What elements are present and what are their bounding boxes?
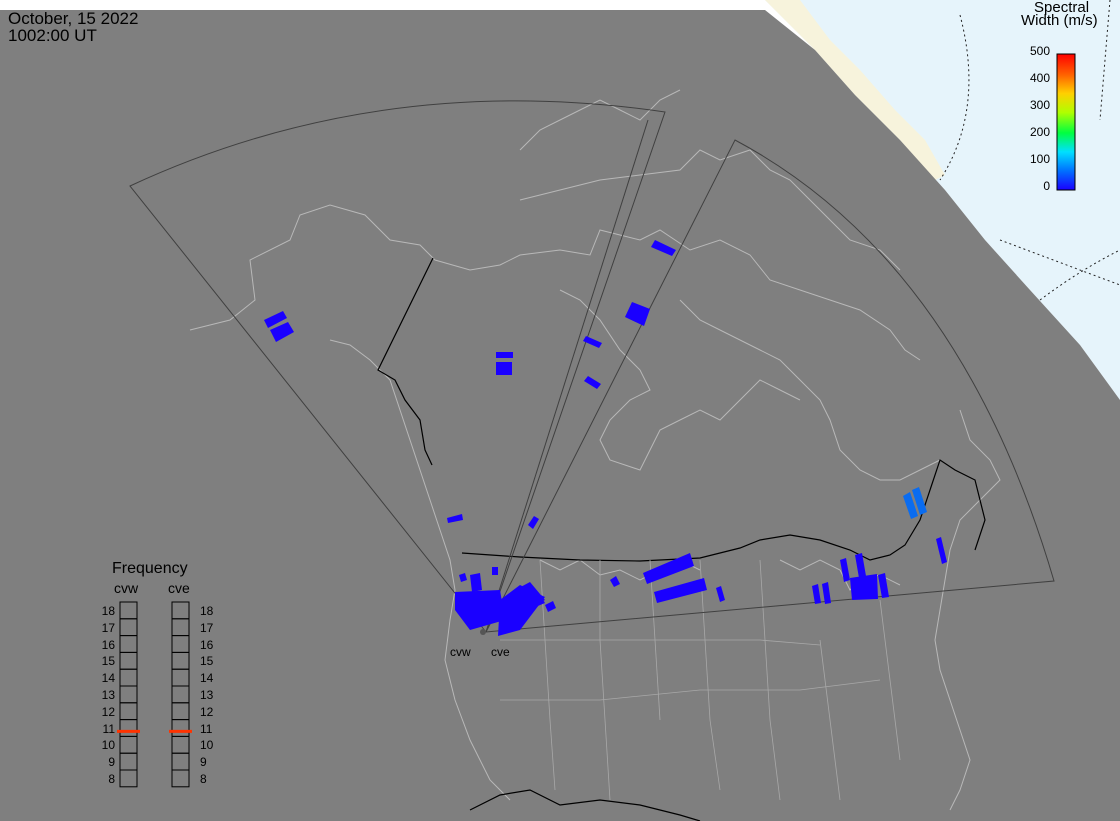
frequency-tick-label: 9 bbox=[200, 755, 207, 770]
frequency-tick-label: 14 bbox=[101, 671, 115, 686]
map-canvas bbox=[0, 0, 1120, 821]
frequency-tick-label: 12 bbox=[101, 704, 115, 719]
radar-map-figure: October, 15 2022 1002:00 UT Spectral Wid… bbox=[0, 0, 1120, 821]
frequency-tick-label: 17 bbox=[200, 620, 214, 635]
frequency-tick-label: 11 bbox=[200, 721, 213, 736]
echo-yukon bbox=[496, 352, 513, 358]
frequency-tick-label: 15 bbox=[101, 654, 115, 669]
frequency-tick-label: 18 bbox=[101, 604, 115, 618]
echo-cluster bbox=[470, 573, 482, 592]
colorbar-tick-label: 100 bbox=[1029, 152, 1050, 166]
radar-site-label-cvw: cvw bbox=[450, 645, 471, 659]
colorbar-tick-label: 200 bbox=[1029, 125, 1050, 139]
echo-ontario bbox=[850, 574, 878, 600]
radar-site-label-cve: cve bbox=[491, 645, 510, 659]
colorbar-tick-label: 400 bbox=[1029, 71, 1050, 85]
frequency-tick-label: 10 bbox=[101, 738, 115, 753]
frequency-tick-label: 14 bbox=[200, 671, 214, 686]
frequency-radar-label-cve: cve bbox=[168, 580, 190, 596]
colorbar-tick-label: 500 bbox=[1029, 44, 1050, 58]
radar-site-marker bbox=[480, 629, 486, 635]
time-label: 1002:00 UT bbox=[8, 26, 97, 45]
frequency-tick-label: 13 bbox=[101, 688, 115, 702]
colorbar bbox=[1056, 53, 1076, 191]
frequency-tick-label: 16 bbox=[200, 637, 214, 652]
frequency-tick-label: 10 bbox=[200, 738, 214, 753]
frequency-title: Frequency bbox=[112, 560, 188, 577]
frequency-radar-label-cvw: cvw bbox=[114, 580, 139, 596]
frequency-tick-label: 8 bbox=[200, 772, 207, 786]
colorbar-title-line2: Width (m/s) bbox=[1021, 12, 1098, 29]
colorbar-tick-label: 0 bbox=[1043, 179, 1050, 193]
frequency-tick-label: 8 bbox=[108, 772, 115, 786]
echo-cluster bbox=[492, 567, 498, 575]
frequency-tick-label: 13 bbox=[200, 688, 214, 702]
colorbar-tick-label: 300 bbox=[1029, 98, 1050, 112]
frequency-marker bbox=[117, 729, 140, 733]
frequency-tick-label: 18 bbox=[200, 604, 214, 618]
frequency-tick-label: 17 bbox=[101, 620, 115, 635]
frequency-tick-label: 12 bbox=[200, 704, 214, 719]
frequency-tick-label: 11 bbox=[102, 721, 115, 736]
frequency-tick-label: 15 bbox=[200, 654, 214, 669]
frequency-marker bbox=[169, 729, 192, 733]
date-label: October, 15 2022 bbox=[8, 9, 139, 28]
echo-yukon bbox=[496, 362, 512, 375]
frequency-tick-label: 16 bbox=[101, 637, 115, 652]
frequency-tick-label: 9 bbox=[108, 755, 115, 770]
